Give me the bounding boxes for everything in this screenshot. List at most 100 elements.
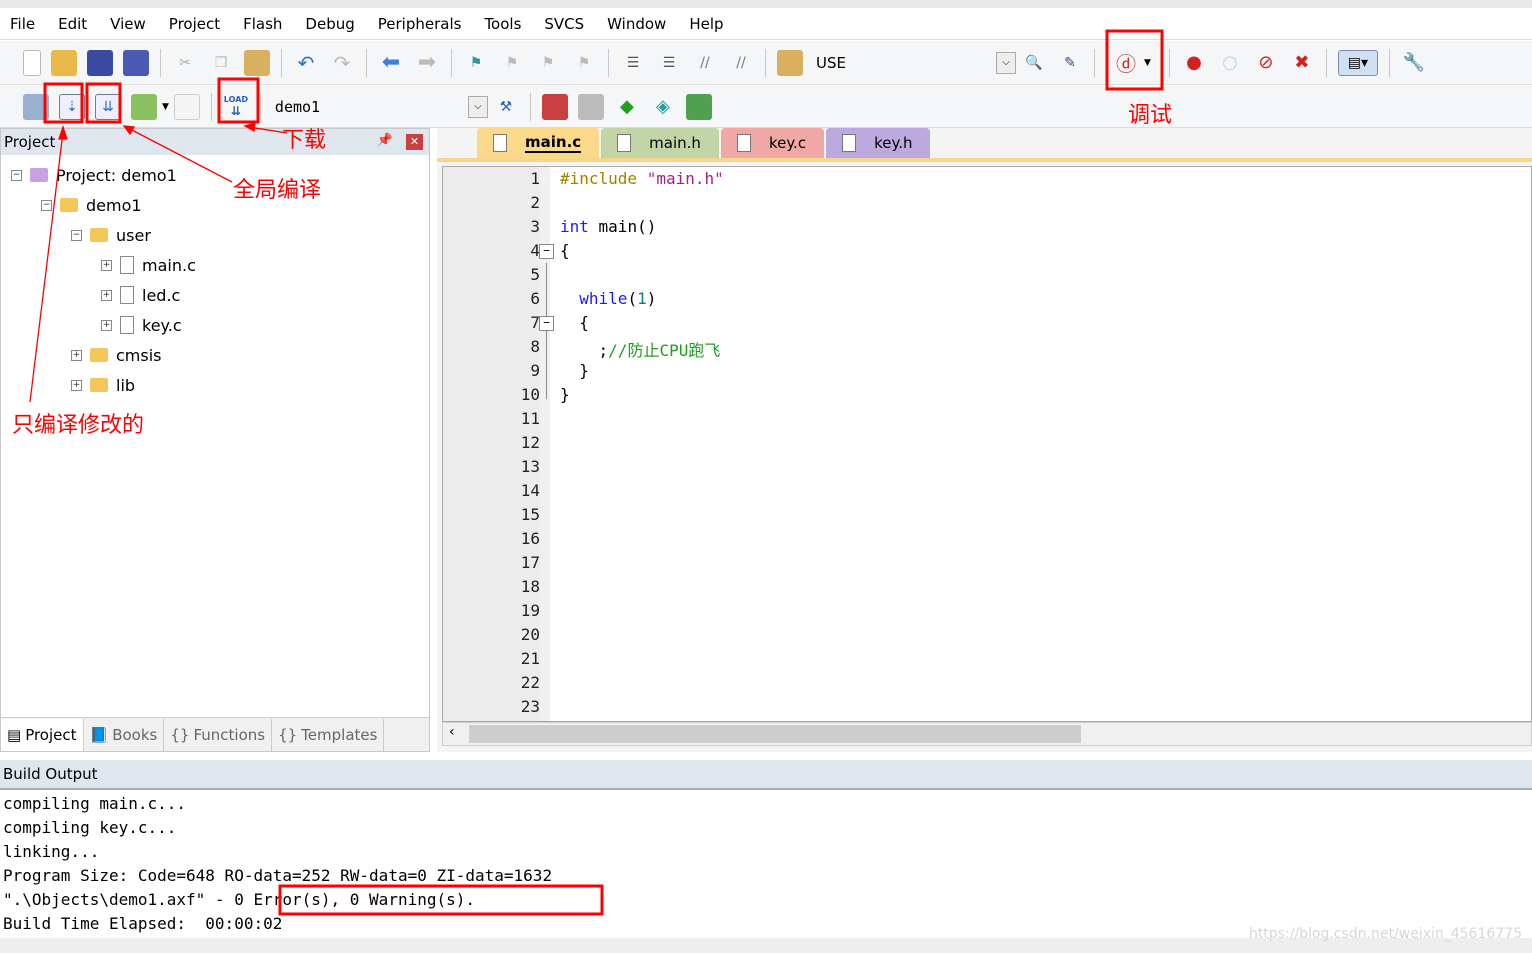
save-all-icon[interactable] — [123, 49, 149, 76]
tree-item-label: main.c — [142, 255, 196, 275]
scrollbar-thumb[interactable] — [469, 725, 1081, 743]
menu-bar: File Edit View Project Flash Debug Peripherals… — [0, 8, 1532, 40]
panel-tab-templates[interactable]: {} Templates — [272, 718, 385, 751]
unindent-icon[interactable]: ☰ — [656, 50, 682, 76]
tab-key-c[interactable]: key.c — [720, 128, 825, 158]
disable-breakpoint-icon[interactable]: ○ — [1217, 50, 1243, 76]
collapse-icon[interactable]: − — [41, 199, 52, 211]
find-icon[interactable]: 🔍 — [1021, 50, 1047, 76]
configure-wrench-icon[interactable]: 🔧 — [1401, 50, 1427, 76]
find-text[interactable]: USE — [816, 54, 996, 72]
tab-main-c[interactable]: main.c — [477, 128, 600, 158]
comment-icon[interactable]: // — [692, 50, 718, 76]
rebuild-icon[interactable]: ⇊ — [95, 93, 121, 120]
collapse-icon[interactable]: − — [71, 229, 82, 241]
panel-tab-books[interactable]: 📘 Books — [84, 718, 165, 751]
panel-tab-functions[interactable]: {} Functions — [164, 718, 273, 751]
expand-icon[interactable]: + — [101, 289, 112, 301]
tree-item[interactable]: + cmsis — [71, 343, 162, 367]
expand-icon[interactable]: + — [71, 379, 82, 391]
select-packs-icon[interactable]: ◈ — [650, 94, 676, 120]
target-dropdown[interactable]: ⌵ — [467, 95, 488, 118]
uncomment-icon[interactable]: // — [728, 50, 754, 76]
code-editor[interactable]: 1 2 3 4 5 6 7 8 9 10 11 12 13 14 15 16 17 18 19 20 21 22 23 − … — [442, 166, 1532, 722]
fold-toggle-icon[interactable]: − — [539, 244, 554, 259]
fold-toggle-icon[interactable]: − — [539, 316, 554, 331]
debug-session-icon[interactable]: ⓓ — [1113, 50, 1139, 76]
line-number: 17 — [520, 553, 540, 572]
scroll-left-icon[interactable]: ‹ — [449, 724, 455, 740]
menu-debug[interactable]: Debug — [305, 15, 354, 33]
indent-icon[interactable]: ☰ — [620, 50, 646, 76]
redo-icon[interactable]: ↷ — [329, 50, 355, 76]
tree-item[interactable]: + key.c — [101, 313, 182, 337]
collapse-icon[interactable]: − — [11, 169, 22, 181]
load-download-icon[interactable]: LOAD ⇊ — [223, 94, 249, 120]
debug-dropdown-icon[interactable]: ▼ — [1144, 58, 1151, 68]
expand-icon[interactable]: + — [101, 259, 112, 271]
disable-all-breakpoints-icon[interactable]: ⊘ — [1253, 50, 1279, 76]
copy-icon[interactable]: ❐ — [208, 50, 234, 76]
paste-icon[interactable] — [244, 49, 270, 76]
undo-icon[interactable]: ↶ — [293, 50, 319, 76]
menu-view[interactable]: View — [110, 15, 146, 33]
menu-peripherals[interactable]: Peripherals — [378, 15, 462, 33]
manage-components-icon[interactable] — [541, 93, 568, 120]
manage-project-items-icon[interactable] — [577, 93, 604, 120]
books-icon: 📘 — [89, 725, 109, 744]
cut-icon[interactable]: ✂ — [172, 50, 198, 76]
window-layout-icon[interactable]: ▤▾ — [1337, 49, 1378, 76]
tree-item[interactable]: + led.c — [101, 283, 180, 307]
menu-window[interactable]: Window — [607, 15, 666, 33]
pin-icon[interactable]: 📌 — [377, 133, 393, 148]
save-icon[interactable] — [87, 49, 113, 76]
find-dropdown[interactable]: ⌵ — [996, 51, 1016, 74]
target-select[interactable]: demo1 — [275, 98, 460, 116]
menu-flash[interactable]: Flash — [243, 15, 282, 33]
line-number: 6 — [530, 289, 540, 308]
find-in-files-icon[interactable] — [777, 49, 803, 76]
expand-icon[interactable]: + — [71, 349, 82, 361]
incremental-find-icon[interactable]: ✎ — [1057, 50, 1083, 76]
panel-tab-project[interactable]: ▤ Project — [1, 718, 84, 751]
back-arrow-icon[interactable]: ⬅ — [378, 50, 404, 76]
tree-item[interactable]: + main.c — [101, 253, 196, 277]
expand-icon[interactable]: + — [101, 319, 112, 331]
kill-breakpoints-icon[interactable]: ✖ — [1289, 50, 1315, 76]
tab-main-h[interactable]: main.h — [601, 128, 719, 158]
tab-key-h[interactable]: key.h — [826, 128, 931, 158]
prev-bookmark-icon[interactable]: ⚑ — [499, 50, 525, 76]
output-line: compiling key.c... — [3, 818, 177, 837]
line-number: 8 — [530, 337, 540, 356]
menu-tools[interactable]: Tools — [484, 15, 521, 33]
menu-svcs[interactable]: SVCS — [544, 15, 584, 33]
pack-installer-icon[interactable]: ◆ — [614, 94, 640, 120]
stop-build-icon[interactable] — [173, 93, 200, 120]
build-icon[interactable]: ⇣ — [59, 93, 85, 120]
tree-item-label: Project: demo1 — [56, 165, 177, 185]
breakpoint-icon[interactable]: ● — [1181, 50, 1207, 76]
code-line: ;//防止CPU跑飞 — [560, 337, 721, 361]
tree-item[interactable]: − Project: demo1 — [11, 163, 177, 187]
tree-item[interactable]: + lib — [71, 373, 135, 397]
forward-arrow-icon[interactable]: ➡ — [414, 50, 440, 76]
target-options-icon[interactable]: ⚒ — [493, 94, 519, 120]
menu-file[interactable]: File — [10, 15, 35, 33]
batch-build-dropdown-icon[interactable]: ▼ — [162, 102, 169, 112]
menu-help[interactable]: Help — [689, 15, 723, 33]
next-bookmark-icon[interactable]: ⚑ — [535, 50, 561, 76]
open-folder-icon[interactable] — [51, 49, 77, 76]
translate-icon[interactable] — [23, 93, 49, 120]
horizontal-scrollbar[interactable]: ‹ — [442, 722, 1532, 746]
close-icon[interactable]: ✕ — [406, 134, 423, 150]
batch-build-icon[interactable] — [131, 93, 157, 120]
menu-project[interactable]: Project — [169, 15, 220, 33]
run-time-environment-icon[interactable] — [685, 93, 712, 120]
tree-item[interactable]: − user — [71, 223, 151, 247]
new-file-icon[interactable] — [23, 49, 41, 76]
clear-bookmarks-icon[interactable]: ⚑ — [571, 50, 597, 76]
menu-edit[interactable]: Edit — [58, 15, 87, 33]
tree-item[interactable]: − demo1 — [41, 193, 142, 217]
bookmark-icon[interactable]: ⚑ — [463, 50, 489, 76]
tree-item-label: demo1 — [86, 195, 142, 215]
